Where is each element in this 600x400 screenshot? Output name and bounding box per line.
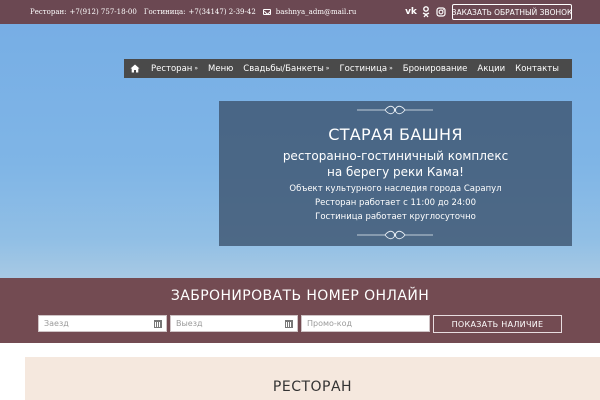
checkin-placeholder: Заезд [44,319,69,328]
callback-button[interactable]: ЗАКАЗАТЬ ОБРАТНЫЙ ЗВОНОК [452,4,572,20]
nav-contacts[interactable]: Контакты [510,59,564,78]
nav-weddings-label: Свадьбы/Банкеты [243,63,324,74]
instagram-icon[interactable] [435,4,447,20]
top-contact-bar: Ресторан: +7(912) 757-18-00 Гостиница: +… [0,0,600,24]
nav-hotel[interactable]: Гостиница» [334,59,397,78]
hero-title: СТАРАЯ БАШНЯ [328,125,463,144]
nav-restaurant-label: Ресторан [151,63,193,74]
nav-promotions[interactable]: Акции [472,59,510,78]
calendar-icon[interactable] [285,320,293,328]
nav-hotel-label: Гостиница [339,63,388,74]
hero-subtitle-line1: ресторанно-гостиничный комплекс [282,149,509,163]
main-nav: Ресторан» Меню Свадьбы/Банкеты» Гостиниц… [124,59,572,78]
hero-restaurant-hours: Ресторан работает с 11:00 до 24:00 [315,198,476,208]
nav-booking[interactable]: Бронирование [398,59,473,78]
booking-title: ЗАБРОНИРОВАТЬ НОМЕР ОНЛАЙН [170,288,430,304]
promo-code-input[interactable]: Промо-код [301,315,430,332]
nav-home[interactable] [124,59,146,78]
calendar-icon[interactable] [154,320,162,328]
nav-weddings[interactable]: Свадьбы/Банкеты» [238,59,334,78]
hero-hotel-hours: Гостиница работает круглосуточно [315,212,476,222]
promo-placeholder: Промо-код [307,319,353,328]
checkout-date-input[interactable]: Выезд [170,315,298,332]
hotel-phone-label: Гостиница: [143,8,186,16]
nav-booking-label: Бронирование [402,63,468,74]
nav-promotions-label: Акции [477,63,506,74]
email-link[interactable]: bashnya_adm@mail.ru [276,8,357,16]
ornament-bottom-icon [357,230,433,240]
show-availability-button[interactable]: ПОКАЗАТЬ НАЛИЧИЕ [433,315,562,333]
chevron-down-icon: » [389,65,393,72]
restaurant-phone-link[interactable]: +7(912) 757-18-00 [70,8,137,16]
contact-info: Ресторан: +7(912) 757-18-00 Гостиница: +… [30,0,356,24]
nav-contacts-label: Контакты [515,63,559,74]
nav-restaurant[interactable]: Ресторан» [146,59,203,78]
restaurant-section-heading: РЕСТОРАН [272,379,353,395]
home-icon [130,64,140,73]
nav-menu-label: Меню [208,63,234,74]
checkin-date-input[interactable]: Заезд [38,315,167,332]
restaurant-phone-label: Ресторан: [30,8,67,16]
chevron-down-icon: » [325,65,330,72]
mail-icon [262,9,271,15]
hero-info-box: СТАРАЯ БАШНЯ ресторанно-гостиничный комп… [219,101,572,246]
odnoklassniki-icon[interactable] [420,4,432,20]
vk-icon[interactable]: vk [403,4,419,20]
booking-section: ЗАБРОНИРОВАТЬ НОМЕР ОНЛАЙН [0,278,600,343]
ornament-top-icon [357,105,433,115]
hero-subtitle-line2: на берегу реки Кама! [327,165,464,179]
chevron-down-icon: » [194,65,199,72]
checkout-placeholder: Выезд [176,319,203,328]
hero-heritage-text: Объект культурного наследия города Сарап… [289,184,502,194]
nav-menu[interactable]: Меню [203,59,238,78]
restaurant-section: РЕСТОРАН [0,343,600,400]
hotel-phone-link[interactable]: +7(34147) 2-39-42 [189,8,256,16]
